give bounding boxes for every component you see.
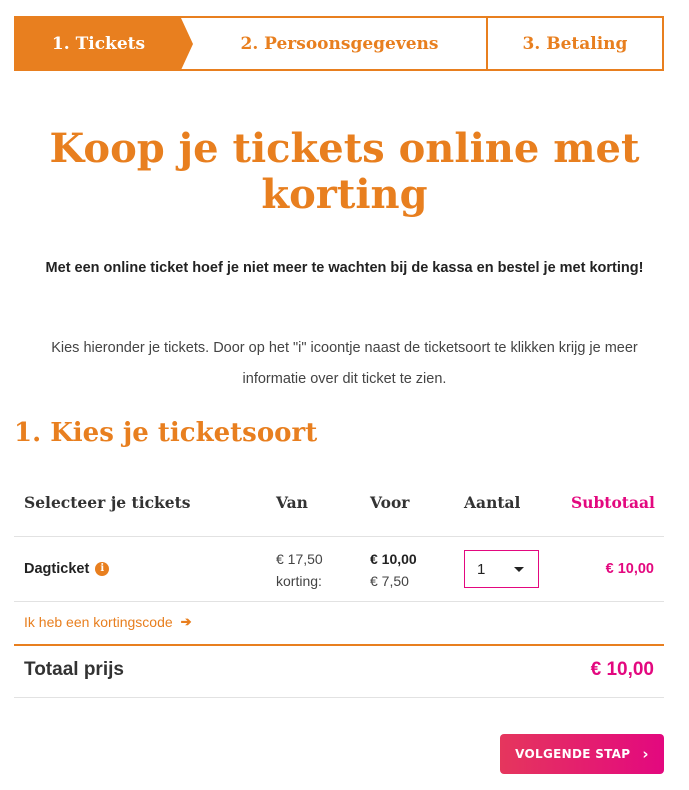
- header-aantal: Aantal: [464, 493, 521, 512]
- total-label: Totaal prijs: [24, 659, 124, 680]
- ticket-name: Dagticket i: [24, 561, 110, 577]
- voor-price: € 10,00: [370, 551, 417, 567]
- header-voor: Voor: [370, 493, 410, 512]
- header-subtotaal: Subtotaal: [571, 493, 655, 512]
- section-title: 1. Kies je ticketsoort: [14, 418, 318, 448]
- van-price: € 17,50: [276, 551, 323, 567]
- intro-text: Kies hieronder je tickets. Door op het "…: [51, 340, 638, 387]
- header-van: Van: [276, 493, 308, 512]
- total-divider: [14, 644, 664, 646]
- voor-cell: € 10,00 € 7,50: [370, 548, 417, 592]
- header-ticket: Selecteer je tickets: [24, 493, 191, 512]
- caret-down-icon: [514, 566, 524, 572]
- next-step-button[interactable]: VOLGENDE STAP ›: [500, 734, 664, 774]
- next-step-label: VOLGENDE STAP: [515, 747, 631, 761]
- row-subtotal: € 10,00: [605, 561, 654, 577]
- checkout-stepper: 1. Tickets 2. Persoonsgegevens 3. Betali…: [14, 16, 664, 71]
- step-payment[interactable]: 3. Betaling: [488, 18, 662, 69]
- discount-code-link[interactable]: Ik heb een kortingscode ➔: [24, 614, 192, 630]
- chevron-right-icon: ›: [642, 745, 649, 763]
- divider: [14, 536, 664, 537]
- step-personal-details[interactable]: 2. Persoonsgegevens: [181, 18, 488, 69]
- info-icon[interactable]: i: [95, 562, 110, 576]
- step-tickets[interactable]: 1. Tickets: [16, 18, 193, 70]
- discount-code-label: Ik heb een kortingscode: [24, 614, 173, 630]
- korting-label: korting:: [276, 573, 322, 589]
- divider: [14, 697, 664, 698]
- page-title: Koop je tickets online met korting: [49, 125, 640, 218]
- divider: [14, 601, 664, 602]
- arrow-right-icon: ➔: [180, 614, 192, 629]
- total-value: € 10,00: [590, 659, 654, 680]
- ticket-name-label: Dagticket: [24, 561, 90, 577]
- intro-bold-text: Met een online ticket hoef je niet meer …: [45, 260, 644, 276]
- korting-value: € 7,50: [370, 573, 409, 589]
- van-cell: € 17,50 korting:: [276, 548, 323, 592]
- quantity-value: 1: [477, 560, 486, 578]
- quantity-select[interactable]: 1: [464, 550, 539, 588]
